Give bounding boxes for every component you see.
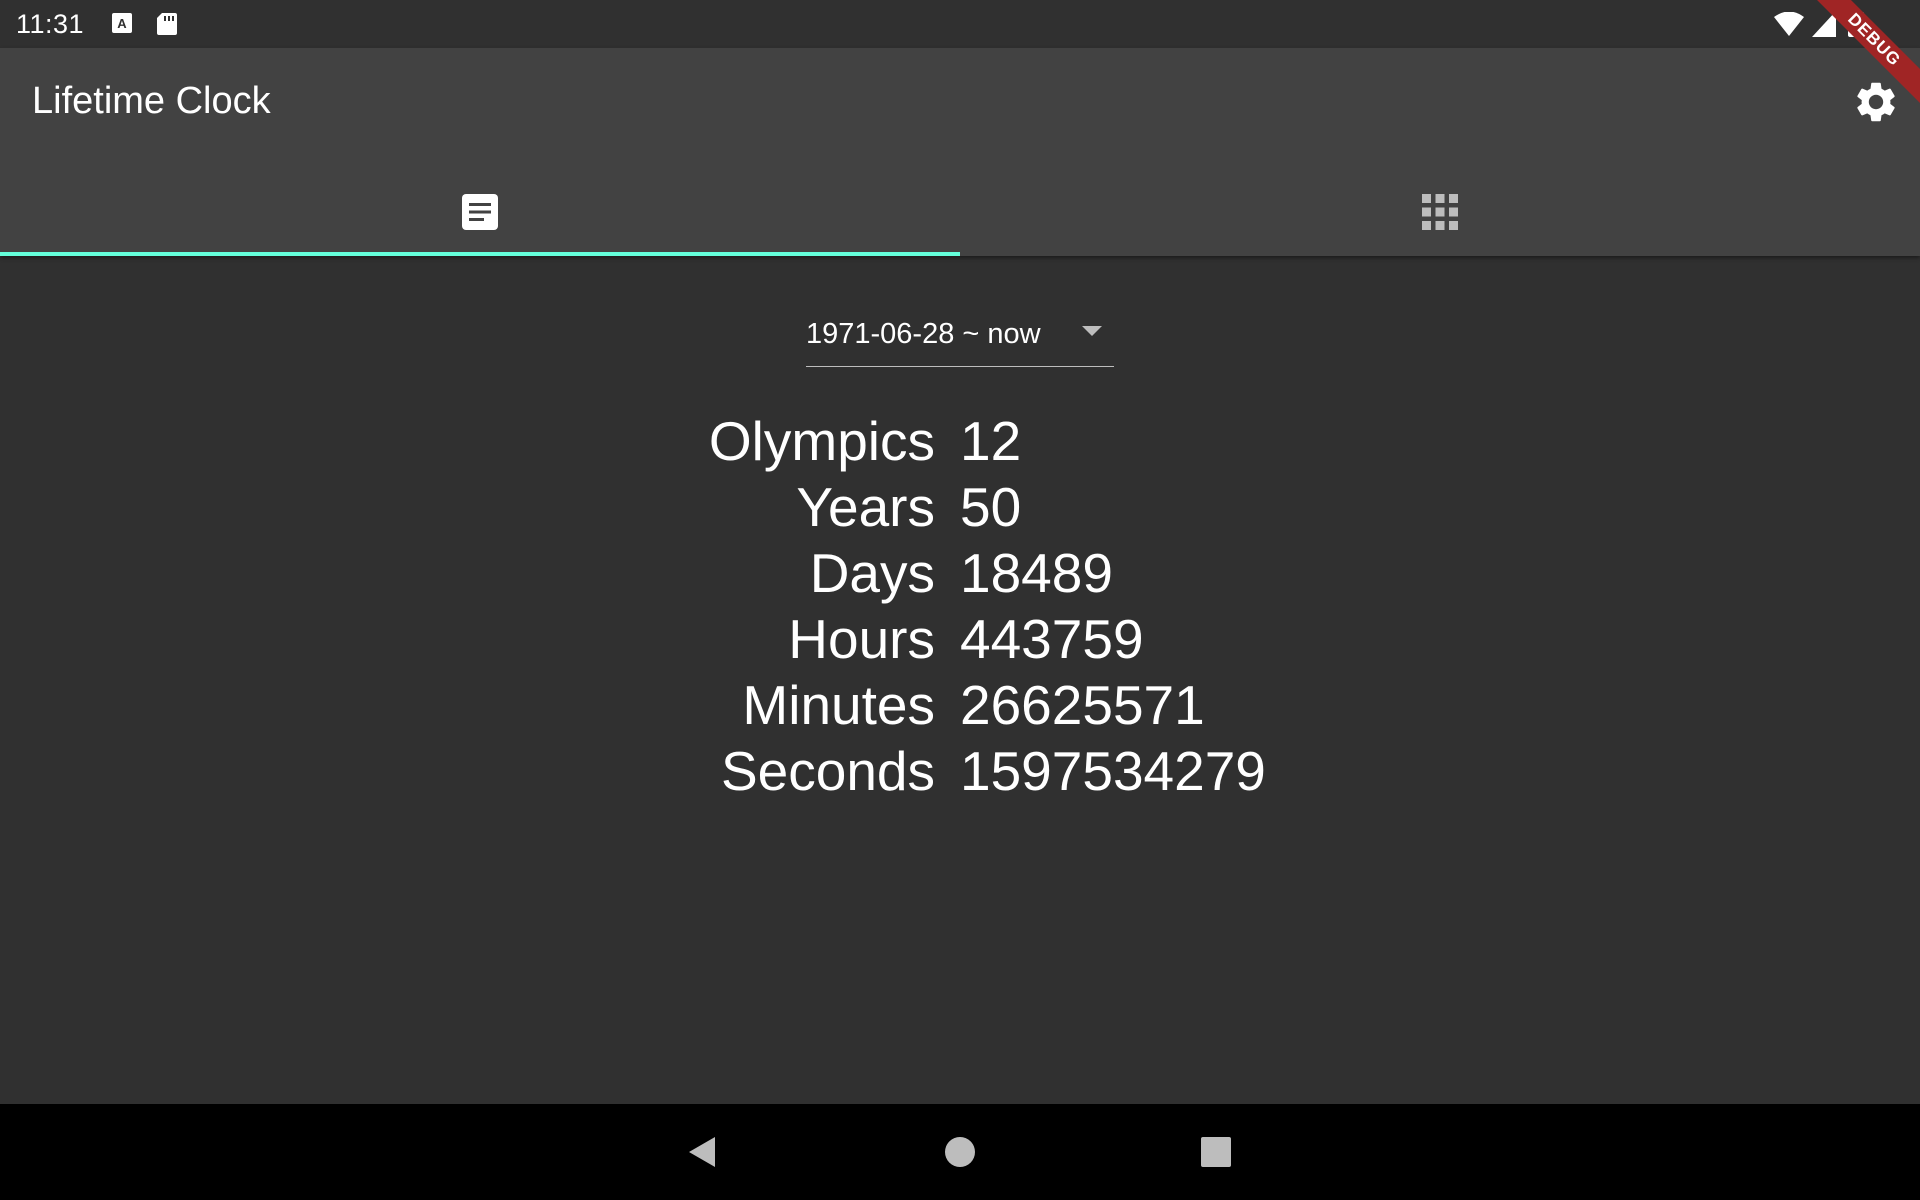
- stat-label: Minutes: [742, 674, 935, 736]
- article-icon: [462, 194, 498, 230]
- stat-value: 12: [960, 410, 1022, 472]
- cell-signal-icon: [1812, 11, 1836, 42]
- status-bar: 11:31 A: [0, 0, 1920, 48]
- svg-text:A: A: [117, 16, 127, 31]
- back-button[interactable]: [676, 1126, 728, 1178]
- chevron-down-icon: [1082, 326, 1102, 336]
- sd-card-icon: [157, 13, 177, 40]
- back-icon: [689, 1137, 715, 1167]
- stat-row-seconds: Seconds 1597534279: [0, 738, 1920, 804]
- settings-button[interactable]: [1852, 78, 1900, 126]
- recents-button[interactable]: [1190, 1126, 1242, 1178]
- system-nav-bar: [0, 1104, 1920, 1200]
- stat-row-years: Years 50: [0, 474, 1920, 540]
- stat-value: 50: [960, 476, 1022, 538]
- stat-row-olympics: Olympics 12: [0, 408, 1920, 474]
- stat-label: Hours: [788, 608, 935, 670]
- app-title: Lifetime Clock: [32, 80, 271, 122]
- stat-label: Seconds: [720, 740, 935, 802]
- stat-row-hours: Hours 443759: [0, 606, 1920, 672]
- stat-value: 1597534279: [960, 740, 1266, 802]
- stat-label: Years: [796, 476, 935, 538]
- gear-icon: [1857, 82, 1895, 122]
- stat-value: 26625571: [960, 674, 1205, 736]
- date-range-dropdown[interactable]: 1971-06-28 ~ now: [806, 314, 1114, 367]
- main-content: 1971-06-28 ~ now Olympics 12 Years 50 Da…: [0, 256, 1920, 1104]
- tab-list[interactable]: [0, 168, 960, 256]
- a-box-icon: A: [112, 13, 132, 38]
- wifi-icon: [1774, 11, 1804, 41]
- stat-value: 18489: [960, 542, 1113, 604]
- date-range-value: 1971-06-28 ~ now: [806, 318, 1041, 350]
- tab-indicator: [0, 252, 960, 256]
- status-time: 11:31: [16, 9, 85, 39]
- stat-row-days: Days 18489: [0, 540, 1920, 606]
- apps-grid-icon: [1422, 194, 1458, 230]
- stat-label: Olympics: [708, 410, 935, 472]
- stat-label: Days: [809, 542, 935, 604]
- tab-bar: [0, 168, 1920, 256]
- recents-icon: [1201, 1137, 1231, 1167]
- app-bar: Lifetime Clock: [0, 48, 1920, 256]
- tab-grid[interactable]: [960, 168, 1920, 256]
- home-button[interactable]: [934, 1126, 986, 1178]
- stat-row-minutes: Minutes 26625571: [0, 672, 1920, 738]
- stat-value: 443759: [960, 608, 1144, 670]
- battery-icon: [1848, 9, 1864, 42]
- home-icon: [945, 1137, 975, 1167]
